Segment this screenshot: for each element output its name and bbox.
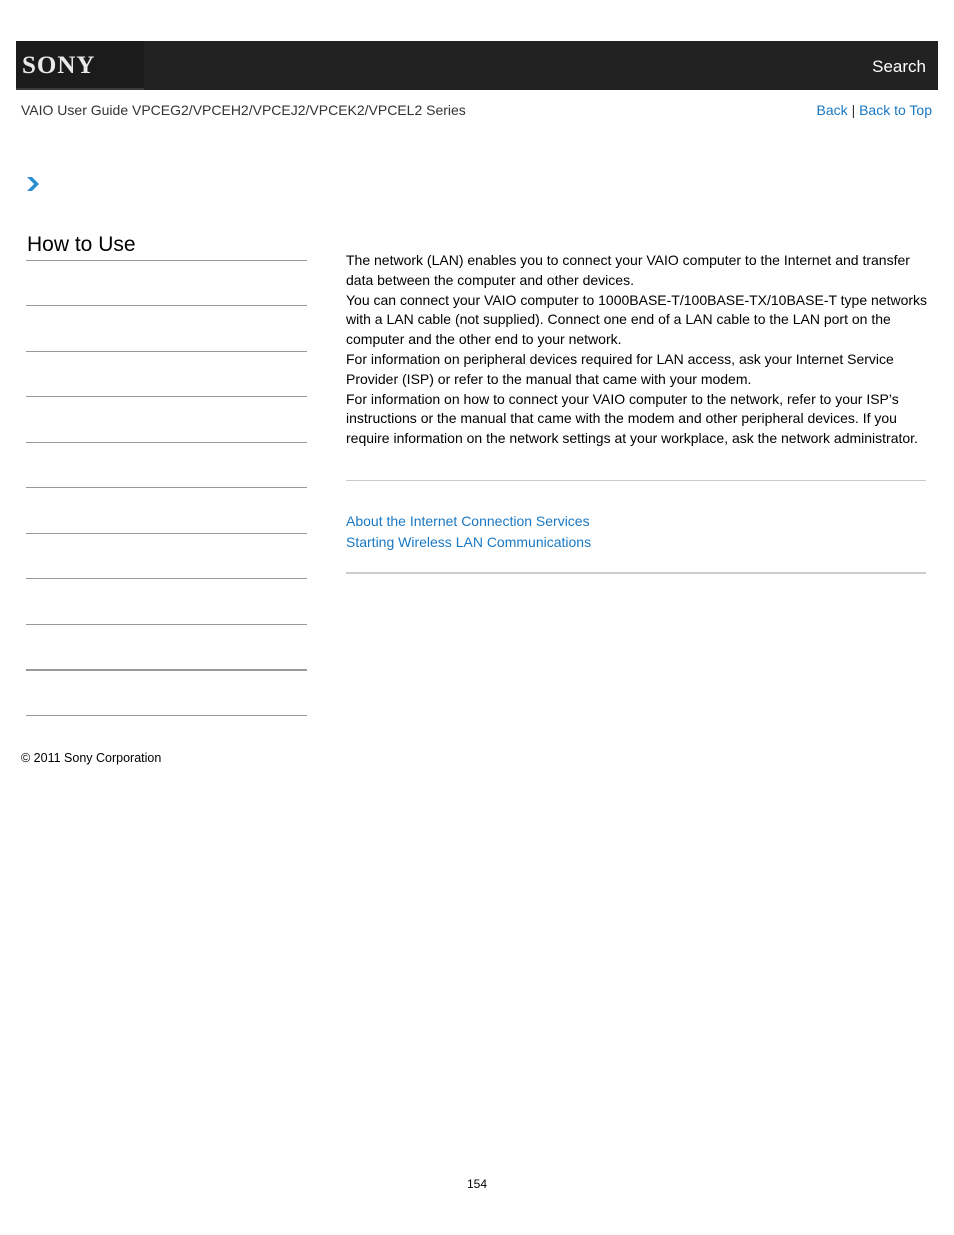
link-separator: | [851,102,856,118]
chevron-right-icon[interactable] [26,175,42,193]
page-number: 154 [466,1177,488,1191]
top-links: Back | Back to Top [817,102,932,118]
sidebar-item[interactable] [26,715,307,716]
paragraph: You can connect your VAIO computer to 10… [346,291,928,348]
header-bar: SONY Search [16,41,938,90]
back-to-top-link[interactable]: Back to Top [859,102,932,118]
guide-title: VAIO User Guide VPCEG2/VPCEH2/VPCEJ2/VPC… [21,102,466,118]
article-body: The network (LAN) enables you to connect… [346,251,931,449]
divider [346,572,926,574]
sidebar-item[interactable] [26,396,307,397]
sidebar-item[interactable] [26,305,307,306]
related-links: About the Internet Connection Services S… [346,511,591,553]
sidebar-item[interactable] [26,487,307,488]
related-link[interactable]: Starting Wireless LAN Communications [346,532,591,553]
sidebar-item[interactable] [26,442,307,443]
logo-box: SONY [16,41,144,90]
divider [346,480,926,481]
sony-logo: SONY [22,52,96,79]
paragraph: For information on how to connect your V… [346,390,918,447]
search-link[interactable]: Search [872,57,926,77]
back-link[interactable]: Back [817,102,848,118]
sidebar-item[interactable] [26,669,307,671]
sidebar-item[interactable] [26,624,307,625]
copyright: © 2011 Sony Corporation [21,751,162,765]
sidebar-title: How to Use [27,233,136,256]
sidebar-item[interactable] [26,578,307,579]
sidebar-divider [26,260,307,261]
related-link[interactable]: About the Internet Connection Services [346,511,591,532]
sidebar-item[interactable] [26,533,307,534]
sidebar-item[interactable] [26,351,307,352]
paragraph: For information on peripheral devices re… [346,350,894,387]
paragraph: The network (LAN) enables you to connect… [346,252,910,288]
